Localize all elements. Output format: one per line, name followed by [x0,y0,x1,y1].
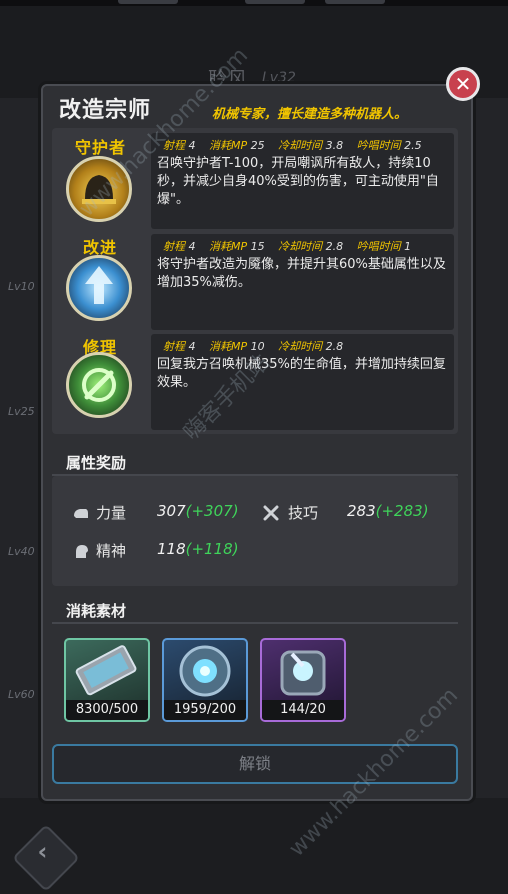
top-tab [325,0,385,4]
material-count: 8300/500 [66,700,148,720]
dialog-title: 改造宗师 [59,98,152,123]
material-count: 1959/200 [164,700,246,720]
skill-tools-icon [262,504,280,522]
chevron-left-icon: ‹ [37,837,48,866]
skill-card: 射程 4 消耗MP 25 冷却时间 3.8 吟唱时间 2.5 召唤守护者T-10… [151,133,454,229]
level-mark: Lv40 [8,545,35,558]
level-mark: Lv25 [8,405,35,418]
mech-core-icon [179,645,231,697]
attr-value: 118(+118) [157,540,239,558]
level-mark: Lv10 [8,280,35,293]
close-icon: ✕ [454,72,472,96]
attr-value: 283(+283) [347,502,429,520]
spirit-head-icon [72,542,90,560]
skill-card: 射程 4 消耗MP 15 冷却时间 2.8 吟唱时间 1 将守护者改造为魇像，并… [151,234,454,330]
materials-title: 消耗素材 [66,602,127,620]
material-slot[interactable]: 1959/200 [162,638,248,722]
skill-description: 将守护者改造为魇像，并提升其60%基础属性以及增加35%减伤。 [157,257,446,290]
skill-stats: 射程 4 消耗MP 15 冷却时间 2.8 吟唱时间 1 [163,240,412,253]
top-tab [118,0,178,4]
material-count: 144/20 [262,700,344,720]
close-button[interactable]: ✕ [446,67,480,101]
attr-value: 307(+307) [157,502,239,520]
attr-name: 精神 [96,542,127,560]
top-tab [245,0,305,4]
strength-fist-icon [72,504,90,522]
repair-wrench-icon[interactable] [66,352,132,418]
skill-stats: 射程 4 消耗MP 25 冷却时间 3.8 吟唱时间 2.5 [163,139,422,152]
attr-name: 力量 [96,504,127,522]
upgrade-arrow-icon[interactable] [66,255,132,321]
circuit-board-icon [75,645,137,696]
skill-description: 召唤守护者T-100，开局嘲讽所有敌人，持续10秒，并减少自身40%受到的伤害，… [157,156,439,207]
material-slot[interactable]: 144/20 [260,638,346,722]
top-bar [0,0,508,6]
dialog-subtitle: 机械专家，擅长建造多种机器人。 [212,107,408,122]
level-mark: Lv60 [8,688,35,701]
bottom-strip [0,798,508,894]
energy-core-icon [280,650,326,696]
skill-name: 守护者 [75,138,127,157]
attributes-title: 属性奖励 [66,454,127,472]
skill-description: 回复我方召唤机械35%的生命值，并增加持续回复效果。 [157,357,446,390]
material-slot[interactable]: 8300/500 [64,638,150,722]
divider [52,622,458,624]
attr-name: 技巧 [288,504,319,522]
attributes-panel [52,476,458,586]
